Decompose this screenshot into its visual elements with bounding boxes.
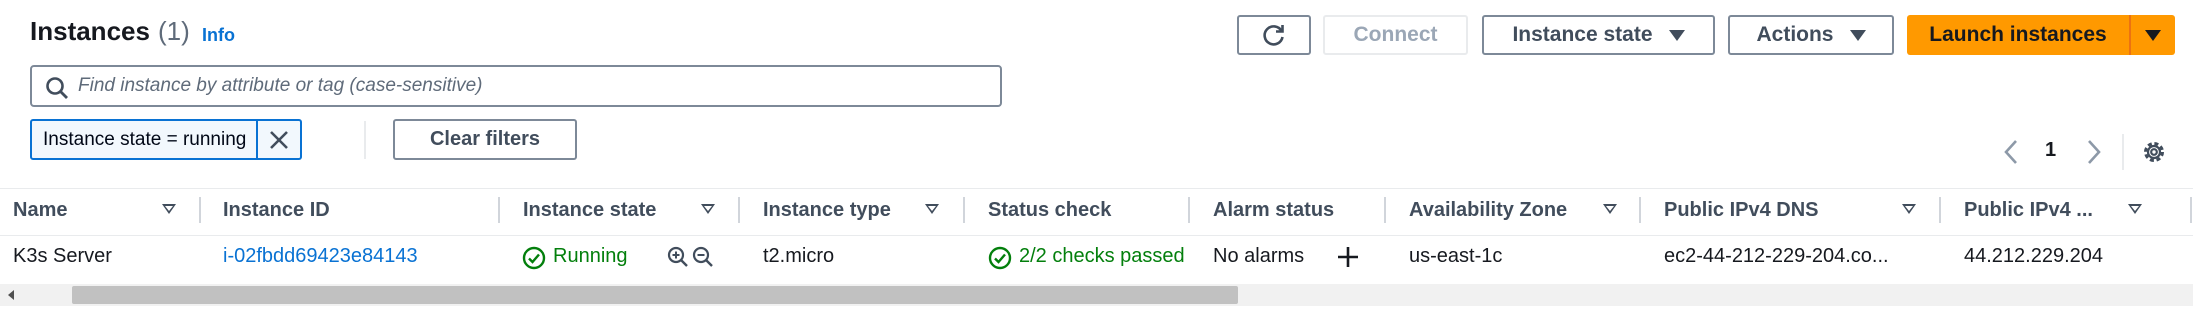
caret-down-icon[interactable]: [162, 204, 176, 214]
cell-name: K3s Server: [13, 245, 112, 267]
add-icon[interactable]: [1336, 245, 1360, 269]
caret-down-icon[interactable]: [925, 204, 939, 214]
chevron-right-icon[interactable]: [2086, 139, 2102, 165]
column-resizer[interactable]: [738, 197, 740, 223]
column-resizer[interactable]: [1639, 197, 1641, 223]
status-success-icon: [988, 246, 1012, 270]
column-header-public-ipv4-dns[interactable]: Public IPv4 DNS: [1664, 199, 1819, 222]
launch-instances-split-button: Launch instances: [1907, 15, 2175, 55]
page-title-text: Instances: [30, 16, 150, 46]
caret-down-icon[interactable]: [2128, 204, 2142, 214]
search-icon: [46, 77, 68, 99]
caret-down-icon: [1849, 29, 1866, 41]
launch-instances-button[interactable]: Launch instances: [1907, 15, 2129, 55]
cell-instance-type: t2.micro: [763, 245, 835, 267]
header-top-border: [0, 188, 2193, 189]
scrollbar-thumb[interactable]: [72, 286, 1238, 304]
page-title: Instances (1): [30, 16, 190, 47]
column-header-availability-zone[interactable]: Availability Zone: [1409, 199, 1567, 222]
cell-availability-zone: us-east-1c: [1409, 245, 1503, 267]
info-link[interactable]: Info: [202, 25, 235, 46]
column-header-public-ipv4[interactable]: Public IPv4 ...: [1964, 199, 2093, 222]
column-header-alarm-status[interactable]: Alarm status: [1213, 199, 1334, 222]
current-page-number[interactable]: 1: [2045, 139, 2056, 162]
pagination-divider: [2122, 134, 2124, 170]
cell-instance-id-link[interactable]: i-02fbdd69423e84143: [223, 245, 418, 268]
column-header-instance-type[interactable]: Instance type: [763, 199, 891, 222]
column-header-instance-state[interactable]: Instance state: [523, 199, 656, 222]
close-icon: [270, 130, 289, 149]
search-box: [30, 65, 1002, 107]
caret-down-icon: [2145, 29, 2161, 41]
instance-count: (1): [157, 16, 190, 46]
settings-gear-icon[interactable]: [2141, 139, 2167, 165]
column-resizer[interactable]: [1384, 197, 1386, 223]
remove-filter-button[interactable]: [258, 121, 300, 158]
refresh-icon: [1263, 25, 1284, 46]
chevron-left-icon[interactable]: [2003, 139, 2019, 165]
caret-down-icon[interactable]: [1603, 204, 1617, 214]
caret-down-icon: [1668, 29, 1685, 41]
zoom-out-icon[interactable]: [692, 246, 714, 268]
column-resizer[interactable]: [1939, 197, 1941, 223]
cell-public-ipv4-dns: ec2-44-212-229-204.co...: [1664, 245, 1889, 267]
search-input[interactable]: [78, 67, 978, 105]
cell-public-ipv4: 44.212.229.204: [1964, 245, 2104, 267]
column-resizer[interactable]: [963, 197, 965, 223]
column-header-status-check[interactable]: Status check: [988, 199, 1111, 222]
column-header-name[interactable]: Name: [13, 199, 67, 222]
cell-status-check: 2/2 checks passed: [1019, 245, 1185, 267]
cell-alarm-status: No alarms: [1213, 245, 1305, 267]
scroll-left-icon[interactable]: [6, 289, 16, 301]
clear-filters-button[interactable]: Clear filters: [393, 119, 577, 160]
connect-button[interactable]: Connect: [1323, 15, 1468, 55]
instance-state-button[interactable]: Instance state: [1482, 15, 1715, 55]
filter-divider: [364, 121, 366, 159]
column-resizer[interactable]: [2190, 197, 2192, 223]
caret-down-icon[interactable]: [1902, 204, 1916, 214]
filter-token-label: Instance state = running: [32, 121, 259, 158]
instance-state-label: Instance state: [1512, 23, 1653, 46]
cell-instance-state: Running: [553, 245, 628, 267]
launch-options-dropdown[interactable]: [2131, 15, 2175, 55]
row-top-border: [0, 235, 2193, 236]
refresh-button[interactable]: [1237, 15, 1311, 55]
actions-button[interactable]: Actions: [1728, 15, 1894, 55]
status-success-icon: [522, 246, 546, 270]
filter-token: Instance state = running: [30, 119, 303, 160]
column-header-instance-id[interactable]: Instance ID: [223, 199, 330, 222]
actions-label: Actions: [1756, 23, 1834, 46]
column-resizer[interactable]: [498, 197, 500, 223]
column-resizer[interactable]: [199, 197, 201, 223]
caret-down-icon[interactable]: [701, 204, 715, 214]
column-resizer[interactable]: [1188, 197, 1190, 223]
zoom-in-icon[interactable]: [667, 246, 689, 268]
